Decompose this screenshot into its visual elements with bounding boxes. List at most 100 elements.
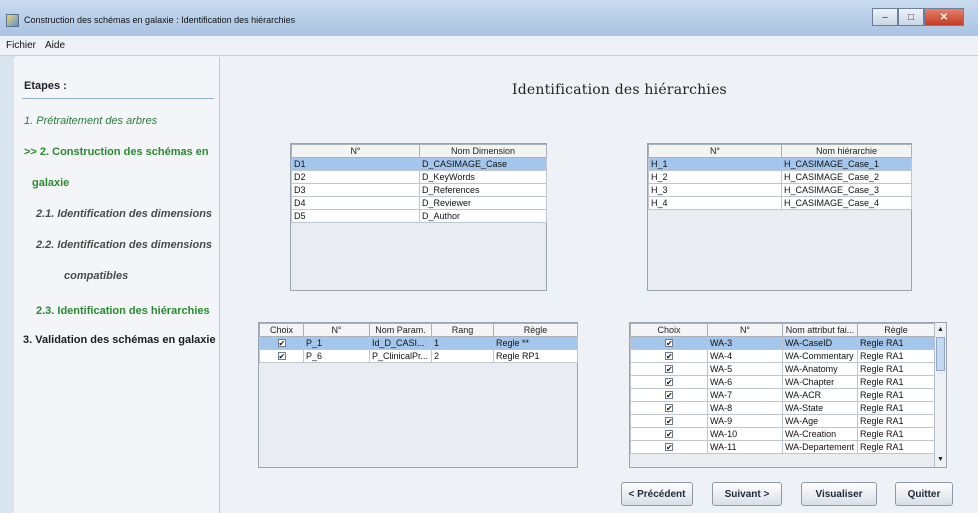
table-row[interactable]: H_3 H_CASIMAGE_Case_3 (648, 183, 912, 197)
checkbox[interactable]: ✔ (665, 365, 673, 374)
cell-attribute-name: WA-Commentary (782, 349, 858, 363)
col-header-param-name[interactable]: Nom Param. (369, 323, 432, 337)
cell-number: H_1 (648, 157, 782, 171)
cell-hierarchy: H_CASIMAGE_Case_3 (781, 183, 912, 197)
cell-rule: Regle RA1 (857, 336, 935, 350)
cell-number: D4 (291, 196, 420, 210)
checkbox[interactable]: ✔ (277, 339, 286, 348)
table-row[interactable]: ✔ P_1 Id_D_CASI... 1 Regle ** (259, 336, 578, 350)
quit-button[interactable]: Quitter (895, 482, 953, 506)
choice-cell[interactable]: ✔ (630, 375, 708, 389)
table-row[interactable]: ✔ WA-11 WA-Departement Regle RA1 (630, 440, 935, 454)
checkbox[interactable]: ✔ (665, 404, 673, 413)
choice-cell[interactable]: ✔ (630, 401, 708, 415)
col-header-choice[interactable]: Choix (630, 323, 708, 337)
cell-attribute-name: WA-Chapter (782, 375, 858, 389)
page-title: Identification des hiérarchies (512, 82, 727, 98)
col-header-number[interactable]: N° (707, 323, 783, 337)
cell-rule: Regle RA1 (857, 388, 935, 402)
table-row[interactable]: ✔ WA-6 WA-Chapter Regle RA1 (630, 375, 935, 389)
choice-cell[interactable]: ✔ (630, 414, 708, 428)
table-row[interactable]: D1 D_CASIMAGE_Case (291, 157, 547, 171)
cell-number: WA-4 (707, 349, 783, 363)
table-row[interactable]: D3 D_References (291, 183, 547, 197)
scroll-thumb[interactable] (936, 337, 945, 371)
cell-attribute-name: WA-CaseID (782, 336, 858, 350)
checkbox[interactable]: ✔ (665, 443, 673, 452)
choice-cell[interactable]: ✔ (630, 388, 708, 402)
table-row[interactable]: ✔ WA-7 WA-ACR Regle RA1 (630, 388, 935, 402)
steps-divider (22, 98, 214, 99)
col-header-dimension[interactable]: Nom Dimension (419, 144, 547, 158)
choice-cell[interactable]: ✔ (630, 336, 708, 350)
table-row[interactable]: ✔ WA-3 WA-CaseID Regle RA1 (630, 336, 935, 350)
col-header-number[interactable]: N° (291, 144, 420, 158)
title-bar: Construction des schémas en galaxie : Id… (0, 0, 978, 36)
menu-fichier[interactable]: Fichier (6, 40, 36, 51)
cell-attribute-name: WA-Anatomy (782, 362, 858, 376)
choice-cell[interactable]: ✔ (630, 349, 708, 363)
table-row[interactable]: D4 D_Reviewer (291, 196, 547, 210)
cell-rule: Regle RA1 (857, 349, 935, 363)
steps-panel: Etapes : 1. Prétraitement des arbres >> … (14, 57, 220, 513)
cell-param-name: Id_D_CASI... (369, 336, 432, 350)
cell-rank: 2 (431, 349, 494, 363)
col-header-choice[interactable]: Choix (259, 323, 304, 337)
table-row[interactable]: ✔ WA-8 WA-State Regle RA1 (630, 401, 935, 415)
table-row[interactable]: D2 D_KeyWords (291, 170, 547, 184)
table-row[interactable]: ✔ P_6 P_ClinicalPr... 2 Regle RP1 (259, 349, 578, 363)
col-header-rule[interactable]: Règle (493, 323, 578, 337)
menu-aide[interactable]: Aide (45, 40, 65, 51)
checkbox[interactable]: ✔ (665, 339, 673, 348)
choice-cell[interactable]: ✔ (630, 427, 708, 441)
table-row[interactable]: H_1 H_CASIMAGE_Case_1 (648, 157, 912, 171)
visualize-button[interactable]: Visualiser (801, 482, 877, 506)
checkbox[interactable]: ✔ (277, 352, 286, 361)
table-row[interactable]: ✔ WA-4 WA-Commentary Regle RA1 (630, 349, 935, 363)
table-row[interactable]: D5 D_Author (291, 209, 547, 223)
col-header-attribute-name[interactable]: Nom attribut fai... (782, 323, 858, 337)
close-icon[interactable]: ✕ (924, 8, 964, 26)
col-header-number[interactable]: N° (648, 144, 782, 158)
scroll-up-icon[interactable]: ▲ (935, 324, 946, 336)
col-header-rank[interactable]: Rang (431, 323, 494, 337)
table-row[interactable]: ✔ WA-9 WA-Age Regle RA1 (630, 414, 935, 428)
table-row[interactable]: ✔ WA-5 WA-Anatomy Regle RA1 (630, 362, 935, 376)
choice-cell[interactable]: ✔ (259, 336, 304, 350)
cell-number: WA-7 (707, 388, 783, 402)
maximize-icon[interactable]: □ (898, 8, 924, 26)
previous-button[interactable]: < Précédent (621, 482, 693, 506)
col-header-hierarchy[interactable]: Nom hiérarchie (781, 144, 912, 158)
checkbox[interactable]: ✔ (665, 430, 673, 439)
dimensions-table[interactable]: N° Nom Dimension D1 D_CASIMAGE_Case D2 D… (290, 143, 547, 291)
cell-number: WA-10 (707, 427, 783, 441)
col-header-number[interactable]: N° (303, 323, 370, 337)
attributes-table[interactable]: Choix N° Nom attribut fai... Règle ✔ WA-… (629, 322, 947, 468)
cell-number: WA-11 (707, 440, 783, 454)
checkbox[interactable]: ✔ (665, 378, 673, 387)
hierarchies-table[interactable]: N° Nom hiérarchie H_1 H_CASIMAGE_Case_1 … (647, 143, 912, 291)
minimize-icon[interactable]: – (872, 8, 898, 26)
table-row[interactable]: H_2 H_CASIMAGE_Case_2 (648, 170, 912, 184)
next-button[interactable]: Suivant > (712, 482, 782, 506)
cell-rule: Regle RA1 (857, 401, 935, 415)
checkbox[interactable]: ✔ (665, 417, 673, 426)
attributes-scrollbar[interactable]: ▲ ▼ (934, 323, 946, 467)
cell-dimension: D_CASIMAGE_Case (419, 157, 547, 171)
cell-rule: Regle RA1 (857, 427, 935, 441)
cell-number: WA-8 (707, 401, 783, 415)
parameters-table[interactable]: Choix N° Nom Param. Rang Règle ✔ P_1 Id_… (258, 322, 578, 468)
step-2-cont: galaxie (32, 177, 70, 189)
scroll-down-icon[interactable]: ▼ (935, 454, 946, 466)
choice-cell[interactable]: ✔ (630, 440, 708, 454)
checkbox[interactable]: ✔ (665, 391, 673, 400)
table-row[interactable]: H_4 H_CASIMAGE_Case_4 (648, 196, 912, 210)
cell-rule: Regle RA1 (857, 362, 935, 376)
cell-number: WA-5 (707, 362, 783, 376)
checkbox[interactable]: ✔ (665, 352, 673, 361)
choice-cell[interactable]: ✔ (259, 349, 304, 363)
col-header-rule[interactable]: Règle (857, 323, 935, 337)
table-row[interactable]: ✔ WA-10 WA-Creation Regle RA1 (630, 427, 935, 441)
choice-cell[interactable]: ✔ (630, 362, 708, 376)
cell-attribute-name: WA-Creation (782, 427, 858, 441)
